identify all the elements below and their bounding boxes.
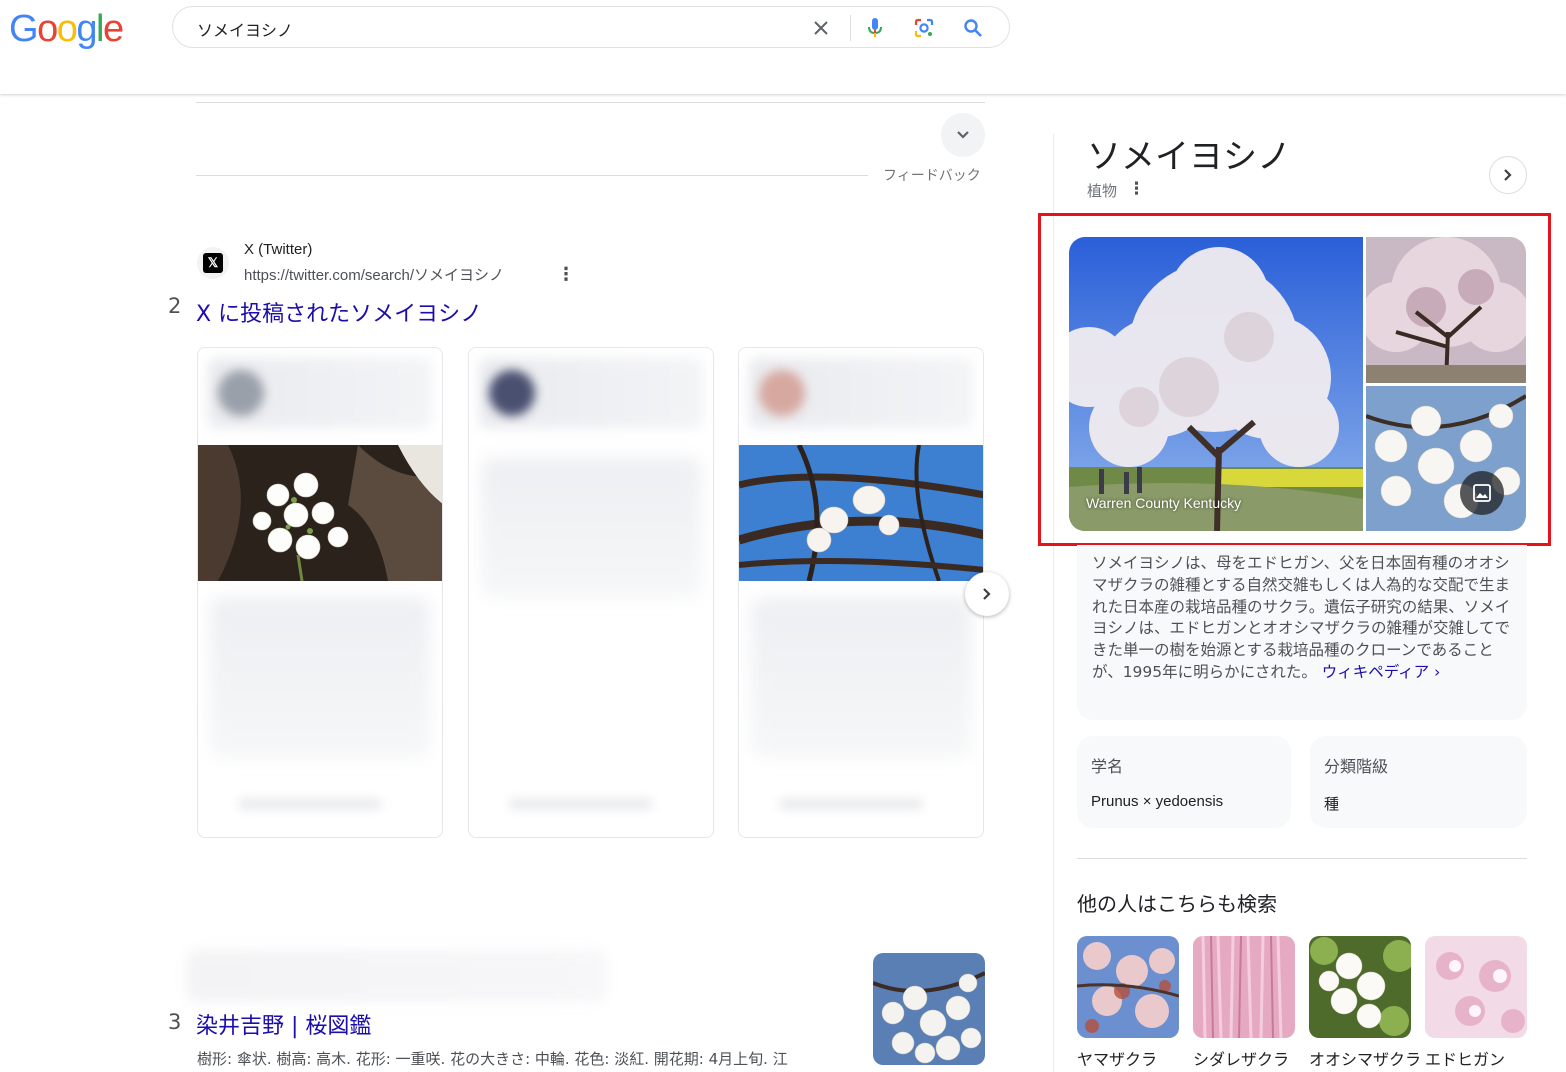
more-options-icon[interactable]: ⋮ — [557, 266, 575, 284]
related-item-yamazakura[interactable]: ヤマザクラ — [1077, 936, 1179, 1070]
microphone-icon[interactable] — [862, 15, 888, 41]
section-divider-top — [196, 102, 985, 103]
header: Google ソメイヨシノ — [0, 0, 1566, 94]
description-body: ソメイヨシノは、母をエドヒガン、父を日本固有種のオオシマザクラの雑種とする自然交… — [1092, 554, 1511, 681]
related-label: エドヒガン — [1425, 1050, 1506, 1069]
blurred-avatar — [759, 370, 805, 416]
result-snippet: 樹形: 傘状. 樹高: 高木. 花形: 一重咲. 花の大きさ: 中輪. 花色: … — [197, 1050, 788, 1068]
site-name[interactable]: X (Twitter) — [244, 241, 312, 258]
blurred-footer — [238, 799, 382, 809]
section-divider — [1077, 858, 1527, 859]
image-icon — [1473, 484, 1491, 502]
expand-button[interactable] — [941, 113, 985, 157]
google-logo[interactable]: Google — [9, 8, 124, 51]
related-item-oshimazakura[interactable]: オオシマザクラ — [1309, 936, 1422, 1070]
tweet-card[interactable] — [197, 347, 443, 838]
blurred-text — [751, 598, 971, 758]
related-item-shidarezakura[interactable]: シダレザクラ — [1193, 936, 1295, 1070]
blurred-text — [210, 598, 430, 758]
tweet-photo[interactable] — [198, 445, 442, 581]
fact-label: 分類階級 — [1324, 757, 1389, 776]
x-favicon[interactable]: 𝕏 — [197, 247, 229, 279]
fact-value: 種 — [1324, 796, 1340, 813]
related-thumbnail[interactable] — [1077, 936, 1179, 1038]
chevron-down-icon — [957, 131, 969, 139]
result-thumbnail[interactable] — [873, 953, 985, 1065]
kp-description: ソメイヨシノは、母をエドヒガン、父を日本固有種のオオシマザクラの雑種とする自然交… — [1077, 545, 1527, 720]
kp-subtitle: 植物 — [1087, 182, 1118, 200]
fact-card-scientific-name[interactable]: 学名 Prunus × yedoensis — [1077, 736, 1291, 828]
related-searches-title: 他の人はこちらも検索 — [1077, 892, 1277, 916]
fact-value: Prunus × yedoensis — [1091, 793, 1224, 810]
feedback-link[interactable]: フィードバック — [883, 165, 981, 185]
blurred-avatar — [489, 370, 535, 416]
lens-icon[interactable] — [911, 15, 937, 41]
related-label: オオシマザクラ — [1309, 1050, 1422, 1069]
wikipedia-link[interactable]: ウィキペディア › — [1322, 663, 1441, 681]
clear-icon[interactable] — [808, 15, 834, 41]
image-caption: Warren County Kentucky — [1086, 495, 1242, 511]
tweet-photo[interactable] — [739, 445, 983, 581]
tweet-card[interactable] — [738, 347, 984, 838]
search-box[interactable]: ソメイヨシノ — [172, 6, 1010, 48]
x-logo-icon: 𝕏 — [203, 253, 223, 273]
chevron-right-icon — [1504, 169, 1512, 181]
result-number: 2 — [168, 294, 182, 318]
blurred-footer — [779, 799, 923, 809]
blurred-avatar — [218, 370, 264, 416]
main-image[interactable]: Warren County Kentucky — [1069, 237, 1363, 531]
search-divider — [850, 15, 851, 41]
result-title-link[interactable]: X に投稿されたソメイヨシノ — [196, 296, 482, 328]
more-options-icon[interactable]: ⋮ — [1128, 179, 1145, 199]
image-gallery[interactable]: Warren County Kentucky — [1069, 237, 1526, 531]
kp-next-button[interactable] — [1489, 156, 1527, 194]
fact-card-rank[interactable]: 分類階級 種 — [1310, 736, 1527, 828]
view-all-images-button[interactable] — [1460, 471, 1504, 515]
related-item-edohigan[interactable]: エドヒガン — [1425, 936, 1527, 1070]
related-thumbnail[interactable] — [1309, 936, 1411, 1038]
related-thumbnail[interactable] — [1425, 936, 1527, 1038]
feedback-divider — [196, 175, 868, 176]
gallery-image[interactable] — [1366, 237, 1526, 383]
chevron-right-icon — [983, 588, 991, 600]
search-icon[interactable] — [960, 15, 986, 41]
related-label: シダレザクラ — [1193, 1050, 1290, 1069]
blurred-text — [481, 458, 701, 598]
kp-title: ソメイヨシノ — [1087, 137, 1291, 177]
site-url[interactable]: https://twitter.com/search/ソメイヨシノ — [244, 264, 504, 285]
tweet-card[interactable] — [468, 347, 714, 838]
result-title-link[interactable]: 染井吉野 | 桜図鑑 — [196, 1008, 371, 1040]
related-label: ヤマザクラ — [1077, 1050, 1158, 1069]
carousel-next-button[interactable] — [965, 572, 1009, 616]
gallery-image[interactable] — [1366, 386, 1526, 531]
blurred-footer — [509, 799, 653, 809]
blurred-site-info — [187, 950, 607, 1002]
related-thumbnail[interactable] — [1193, 936, 1295, 1038]
description-text: ソメイヨシノは、母をエドヒガン、父を日本固有種のオオシマザクラの雑種とする自然交… — [1092, 553, 1512, 684]
fact-label: 学名 — [1091, 757, 1124, 776]
result-number: 3 — [168, 1010, 182, 1034]
search-input[interactable]: ソメイヨシノ — [197, 17, 293, 41]
